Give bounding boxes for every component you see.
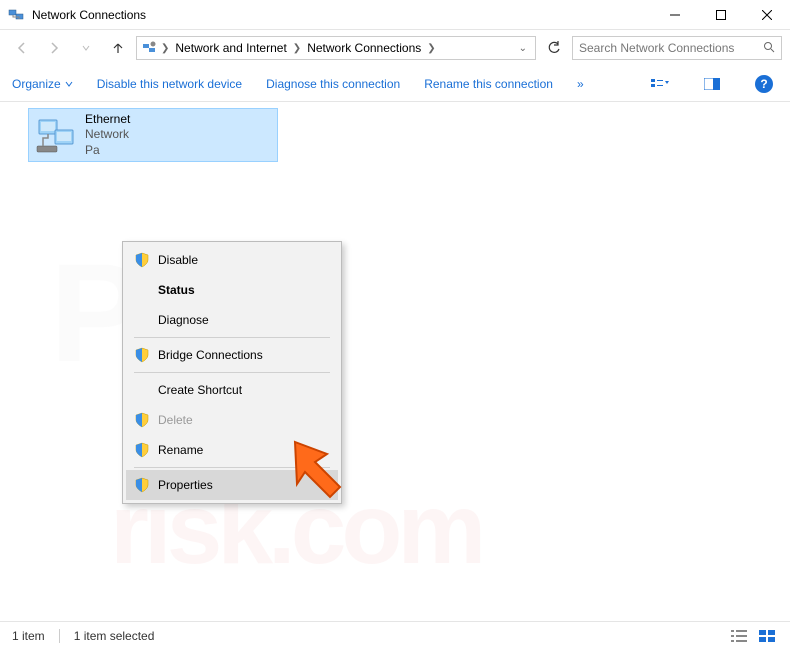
content-area: PC risk.com Ethernet Network Pa Disable … [0,102,790,622]
search-placeholder: Search Network Connections [579,41,734,55]
chevron-right-icon: ❯ [293,43,301,54]
selected-count: 1 item selected [74,629,155,643]
network-connections-icon [8,7,24,23]
help-icon: ? [755,75,773,93]
window-controls [652,0,790,30]
shield-icon [134,347,150,363]
view-options-button[interactable] [646,72,674,96]
separator [59,629,60,643]
item-count: 1 item [12,629,45,643]
diagnose-connection-button[interactable]: Diagnose this connection [266,77,400,91]
breadcrumb[interactable]: ❯ Network and Internet ❯ Network Connect… [136,36,536,60]
network-settings-icon [141,40,157,56]
organize-menu[interactable]: Organize [12,77,73,91]
adapter-info: Ethernet Network Pa [85,112,130,159]
recent-dropdown[interactable] [72,36,100,60]
separator [134,467,330,468]
rename-connection-button[interactable]: Rename this connection [424,77,553,91]
toolbar-overflow[interactable]: » [577,77,584,91]
close-button[interactable] [744,0,790,30]
chevron-right-icon: ❯ [427,43,435,54]
cm-rename[interactable]: Rename [126,435,338,465]
disable-device-button[interactable]: Disable this network device [97,77,242,91]
separator [134,337,330,338]
details-view-button[interactable] [728,627,750,645]
icons-view-button[interactable] [756,627,778,645]
breadcrumb-part[interactable]: Network Connections [305,41,423,55]
network-adapter-icon [35,114,77,156]
back-button[interactable] [8,36,36,60]
addressbar: ❯ Network and Internet ❯ Network Connect… [0,30,790,66]
shield-icon [134,477,150,493]
cm-create-shortcut[interactable]: Create Shortcut [126,375,338,405]
forward-button[interactable] [40,36,68,60]
cm-diagnose[interactable]: Diagnose [126,305,338,335]
maximize-button[interactable] [698,0,744,30]
cm-status[interactable]: Status [126,275,338,305]
statusbar: 1 item 1 item selected [0,621,790,649]
search-input[interactable]: Search Network Connections [572,36,782,60]
preview-pane-button[interactable] [698,72,726,96]
refresh-button[interactable] [540,36,568,60]
cm-properties[interactable]: Properties [126,470,338,500]
search-icon [763,41,775,56]
adapter-device-label: Pa [85,143,130,159]
toolbar: Organize Disable this network device Dia… [0,66,790,102]
ethernet-adapter-item[interactable]: Ethernet Network Pa [28,108,278,162]
shield-icon [134,442,150,458]
adapter-name: Ethernet [85,112,130,128]
adapter-network-label: Network [85,127,130,143]
titlebar: Network Connections [0,0,790,30]
cm-disable[interactable]: Disable [126,245,338,275]
cm-bridge-connections[interactable]: Bridge Connections [126,340,338,370]
shield-icon [134,412,150,428]
breadcrumb-dropdown[interactable]: ⌄ [515,43,531,54]
chevron-right-icon: ❯ [161,43,169,54]
breadcrumb-part[interactable]: Network and Internet [173,41,288,55]
context-menu: Disable Status Diagnose Bridge Connectio… [122,241,342,504]
help-button[interactable]: ? [750,72,778,96]
cm-delete: Delete [126,405,338,435]
window-title: Network Connections [32,8,652,22]
minimize-button[interactable] [652,0,698,30]
chevron-down-icon [65,80,73,88]
up-button[interactable] [104,36,132,60]
shield-icon [134,252,150,268]
separator [134,372,330,373]
